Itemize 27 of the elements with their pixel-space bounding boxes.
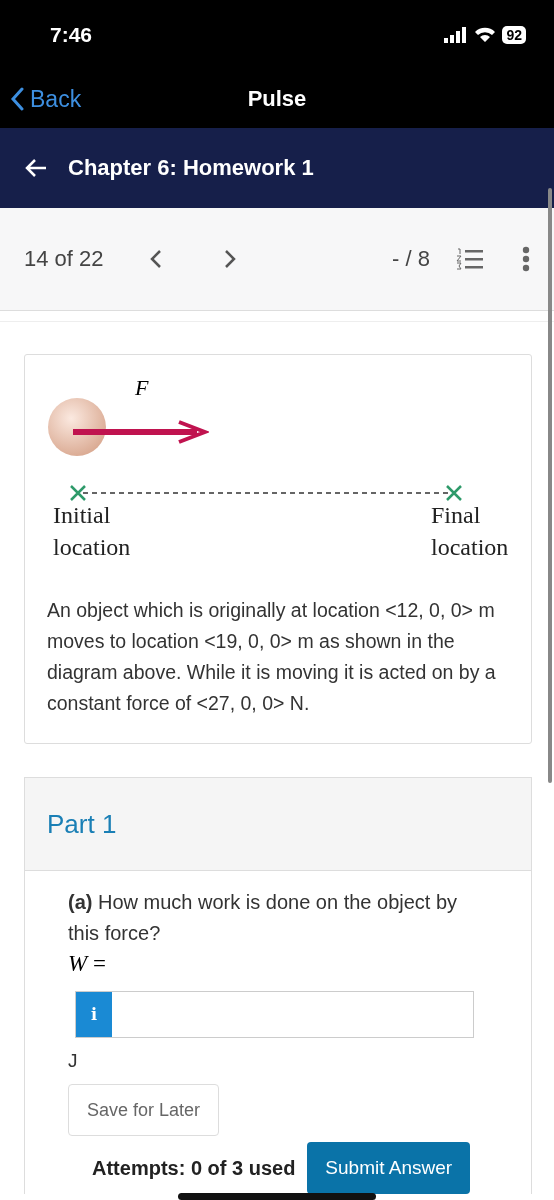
more-options-icon[interactable] (522, 246, 530, 272)
previous-icon[interactable] (149, 249, 162, 269)
app-title: Pulse (247, 86, 307, 112)
battery-level: 92 (502, 26, 526, 44)
force-vector-label: F (135, 375, 149, 401)
part-title: Part 1 (47, 808, 117, 840)
problem-text: An object which is originally at location <12, 0, 0> m moves to location <19, 0, 0> m as shown in the diagram above. While it is moving it is acted on by a constant force of <27, 0, 0> N. (47, 598, 497, 716)
answer-field[interactable]: i (75, 991, 474, 1038)
save-for-later-button[interactable]: Save for Later (68, 1084, 220, 1136)
back-arrow-icon[interactable] (24, 158, 48, 178)
wifi-icon (474, 27, 497, 43)
question-text: (a) How much work is done on the object by this force? (68, 890, 459, 946)
chevron-left-icon (10, 87, 24, 111)
final-location-label: Final location (431, 501, 510, 562)
assignment-title: Chapter 6: Homework 1 (68, 155, 314, 181)
unit-label: J (68, 1050, 79, 1072)
clock-time: 7:46 (50, 23, 93, 47)
back-button[interactable]: Back (10, 85, 82, 113)
initial-location-label: Initial location (53, 501, 132, 562)
question-position: 14 of 22 (24, 246, 104, 272)
next-icon[interactable] (223, 249, 236, 269)
signal-icon (444, 27, 469, 43)
attempts-counter: Attempts: 0 of 3 used (92, 1156, 296, 1180)
score: - / 8 (392, 246, 430, 272)
submit-answer-button[interactable]: Submit Answer (307, 1142, 471, 1194)
numbered-list-icon[interactable] (456, 248, 484, 270)
variable-label: W = (68, 951, 107, 977)
